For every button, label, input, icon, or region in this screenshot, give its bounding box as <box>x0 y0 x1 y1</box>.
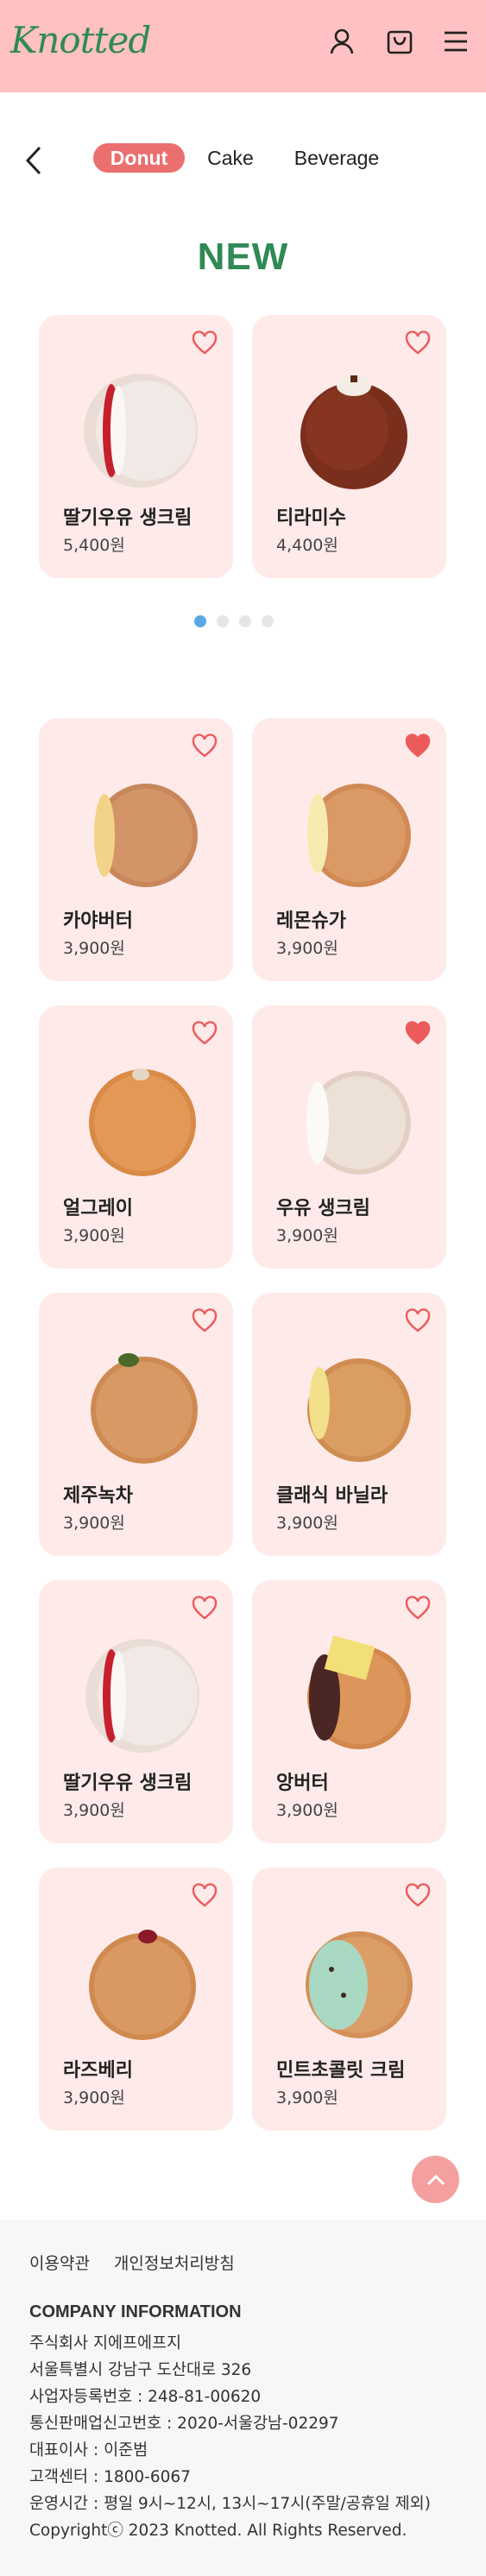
tab-beverage[interactable]: Beverage <box>285 143 388 173</box>
company-address: 서울특별시 강남구 도산대로 326 <box>29 2361 252 2379</box>
new-product-card[interactable]: 딸기우유 생크림 5,400원 <box>39 315 233 578</box>
heart-filled-icon[interactable] <box>405 1021 431 1045</box>
product-price: 3,900원 <box>276 1801 338 1820</box>
heart-outline-icon[interactable] <box>192 1596 218 1620</box>
product-price: 4,400원 <box>276 536 338 555</box>
product-price: 3,900원 <box>276 939 338 958</box>
site-footer: 이용약관 개인정보처리방침 COMPANY INFORMATION 주식회사 지… <box>0 2220 486 2576</box>
product-card[interactable]: 얼그레이 3,900원 <box>39 1005 233 1269</box>
company-info: 주식회사 지에프에프지 서울특별시 강남구 도산대로 326 사업자등록번호 :… <box>29 2330 431 2544</box>
product-price: 3,900원 <box>63 1801 125 1820</box>
ecommerce-number: 통신판매업신고번호 : 2020-서울강남-02297 <box>29 2415 339 2433</box>
product-name: 티라미수 <box>276 507 346 529</box>
donut-image <box>290 1630 418 1758</box>
product-name: 라즈베리 <box>63 2060 133 2082</box>
product-card[interactable]: 클래식 바닐라 3,900원 <box>252 1293 446 1556</box>
heart-outline-icon[interactable] <box>405 1308 431 1332</box>
product-card[interactable]: 앙버터 3,900원 <box>252 1580 446 1843</box>
donut-image <box>77 1630 205 1758</box>
donut-image <box>77 365 205 493</box>
product-card[interactable]: 제주녹차 3,900원 <box>39 1293 233 1556</box>
terms-link[interactable]: 이용약관 <box>29 2251 90 2274</box>
back-chevron-icon[interactable] <box>21 143 47 178</box>
product-price: 3,900원 <box>276 1226 338 1245</box>
tab-cake[interactable]: Cake <box>200 143 261 173</box>
product-price: 3,900원 <box>63 2088 125 2107</box>
product-card[interactable]: 라즈베리 3,900원 <box>39 1867 233 2131</box>
donut-image <box>77 1055 205 1183</box>
product-name: 앙버터 <box>276 1773 329 1794</box>
product-price: 3,900원 <box>63 1226 125 1245</box>
chevron-up-icon <box>426 2174 445 2185</box>
customer-center: 고객센터 : 1800-6067 <box>29 2468 191 2486</box>
product-price: 3,900원 <box>63 939 125 958</box>
carousel-dots <box>194 615 274 627</box>
heart-outline-icon[interactable] <box>405 1596 431 1620</box>
product-name: 얼그레이 <box>63 1198 133 1219</box>
carousel-dot[interactable] <box>194 615 206 627</box>
tab-donut[interactable]: Donut <box>93 143 185 173</box>
new-product-card[interactable]: 티라미수 4,400원 <box>252 315 446 578</box>
donut-image <box>290 1055 418 1183</box>
product-price: 5,400원 <box>63 536 125 555</box>
donut-image <box>290 1343 418 1471</box>
product-card[interactable]: 레몬슈가 3,900원 <box>252 718 446 981</box>
heart-outline-icon[interactable] <box>192 331 218 355</box>
company-name: 주식회사 지에프에프지 <box>29 2334 182 2352</box>
heart-outline-icon[interactable] <box>192 734 218 758</box>
product-name: 민트초콜릿 크림 <box>276 2060 406 2082</box>
donut-image <box>290 768 418 896</box>
product-name: 레몬슈가 <box>276 910 346 932</box>
product-name: 클래식 바닐라 <box>276 1485 388 1507</box>
company-info-title: COMPANY INFORMATION <box>29 2302 242 2321</box>
donut-image <box>77 768 205 896</box>
privacy-link[interactable]: 개인정보처리방침 <box>114 2251 235 2274</box>
donut-image <box>77 1343 205 1471</box>
donut-image <box>290 1918 418 2045</box>
product-card[interactable]: 민트초콜릿 크림 3,900원 <box>252 1867 446 2131</box>
product-name: 카야버터 <box>63 910 133 932</box>
menu-icon[interactable] <box>440 26 471 57</box>
heart-outline-icon[interactable] <box>192 1308 218 1332</box>
business-number: 사업자등록번호 : 248-81-00620 <box>29 2388 262 2406</box>
product-card[interactable]: 우유 생크림 3,900원 <box>252 1005 446 1269</box>
new-section-title: NEW <box>197 236 289 278</box>
shopping-bag-icon[interactable] <box>384 26 415 57</box>
heart-filled-icon[interactable] <box>405 734 431 758</box>
product-price: 3,900원 <box>276 2088 338 2107</box>
scroll-to-top-button[interactable] <box>412 2156 459 2203</box>
product-name: 제주녹차 <box>63 1485 133 1507</box>
product-name: 우유 생크림 <box>276 1198 370 1219</box>
product-card[interactable]: 딸기우유 생크림 3,900원 <box>39 1580 233 1843</box>
product-name: 딸기우유 생크림 <box>63 1773 193 1794</box>
product-price: 3,900원 <box>63 1514 125 1533</box>
user-icon[interactable] <box>326 26 357 57</box>
footer-links: 이용약관 개인정보처리방침 <box>29 2251 235 2274</box>
ceo: 대표이사 : 이준범 <box>29 2441 148 2459</box>
product-card[interactable]: 카야버터 3,900원 <box>39 718 233 981</box>
carousel-dot[interactable] <box>217 615 229 627</box>
product-price: 3,900원 <box>276 1514 338 1533</box>
operating-hours: 운영시간 : 평일 9시~12시, 13시~17시(주말/공휴일 제외) <box>29 2495 431 2513</box>
heart-outline-icon[interactable] <box>192 1021 218 1045</box>
logo[interactable]: Knotted <box>10 19 151 61</box>
carousel-dot[interactable] <box>239 615 251 627</box>
site-header: Knotted <box>0 0 486 92</box>
tiramisu-image <box>290 365 418 493</box>
donut-image <box>77 1918 205 2045</box>
heart-outline-icon[interactable] <box>405 331 431 355</box>
carousel-dot[interactable] <box>262 615 274 627</box>
heart-outline-icon[interactable] <box>192 1883 218 1907</box>
copyright: Copyrightⓒ 2023 Knotted. All Rights Rese… <box>29 2522 407 2540</box>
product-name: 딸기우유 생크림 <box>63 507 193 529</box>
heart-outline-icon[interactable] <box>405 1883 431 1907</box>
